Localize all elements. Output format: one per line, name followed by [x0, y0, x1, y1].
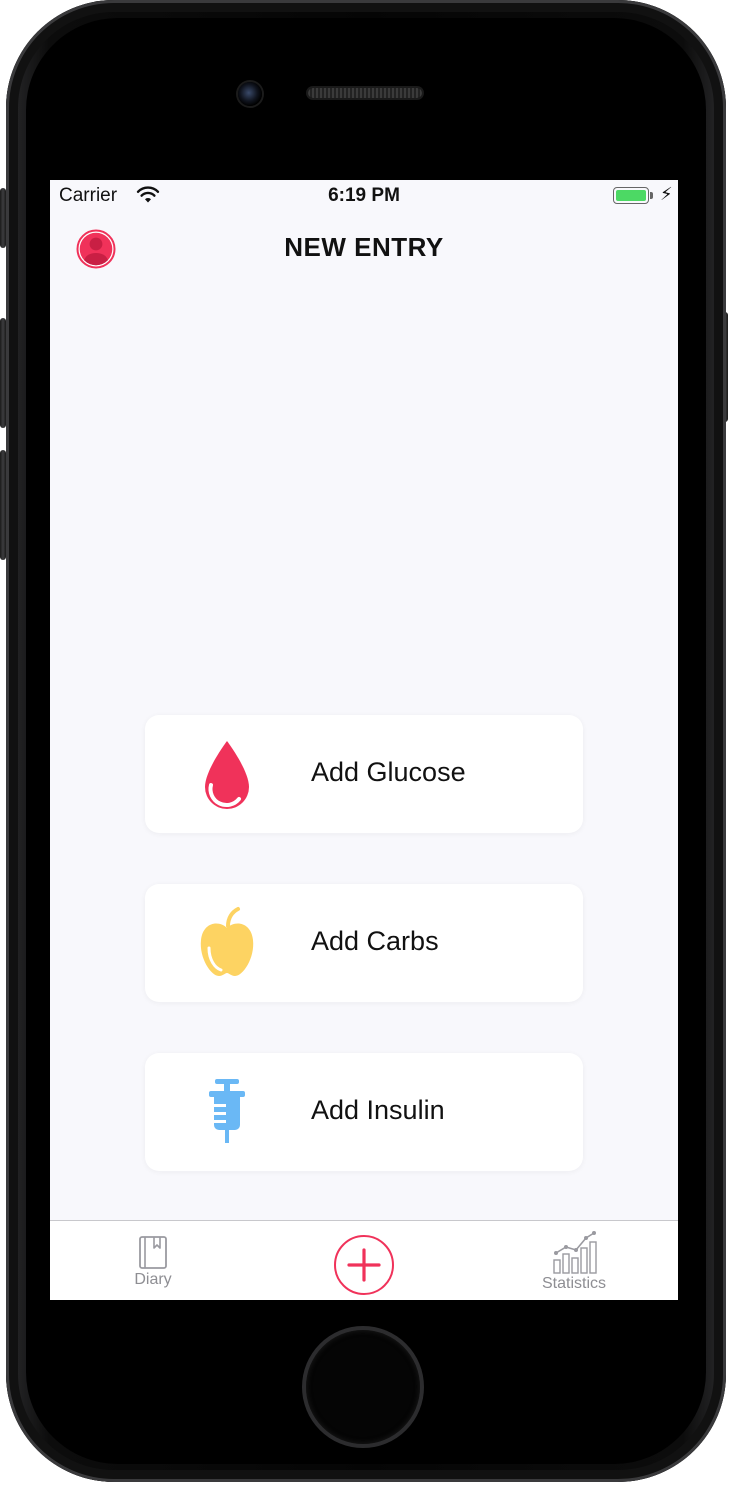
add-insulin-button[interactable]: Add Insulin: [145, 1053, 583, 1171]
add-carbs-label: Add Carbs: [311, 926, 439, 956]
home-button[interactable]: [306, 1330, 420, 1444]
blood-drop-icon: [205, 741, 249, 809]
tab-statistics[interactable]: Statistics: [524, 1229, 624, 1293]
syringe-icon: [209, 1079, 245, 1143]
battery-icon: [613, 187, 649, 204]
app-screen: Carrier 6:19 PM ⚡︎ NEW ENTRY Add Glucose…: [50, 180, 678, 1300]
plus-circle-icon: [334, 1235, 394, 1295]
tab-add-entry[interactable]: [333, 1234, 395, 1296]
add-glucose-label: Add Glucose: [311, 757, 466, 787]
status-bar: Carrier 6:19 PM ⚡︎: [50, 180, 678, 214]
battery-cap: [650, 192, 653, 199]
navigation-bar: NEW ENTRY: [50, 214, 678, 290]
front-camera: [238, 82, 262, 106]
add-glucose-button[interactable]: Add Glucose: [145, 715, 583, 833]
charging-bolt-icon: ⚡︎: [660, 184, 673, 204]
book-icon: [139, 1236, 167, 1269]
add-insulin-label: Add Insulin: [311, 1095, 445, 1125]
page-title: NEW ENTRY: [284, 232, 444, 262]
clock: 6:19 PM: [328, 185, 400, 206]
tab-bar: Diary Statistics: [50, 1220, 678, 1300]
apple-icon: [200, 907, 254, 976]
earpiece-speaker: [308, 88, 422, 98]
tab-diary-label: Diary: [134, 1271, 172, 1288]
add-carbs-button[interactable]: Add Carbs: [145, 884, 583, 1002]
tab-statistics-label: Statistics: [541, 1275, 606, 1292]
tab-diary[interactable]: Diary: [122, 1235, 184, 1289]
bar-chart-icon: [553, 1231, 597, 1274]
device-frame: Carrier 6:19 PM ⚡︎ NEW ENTRY Add Glucose…: [0, 0, 730, 1488]
battery-level: [616, 190, 646, 201]
